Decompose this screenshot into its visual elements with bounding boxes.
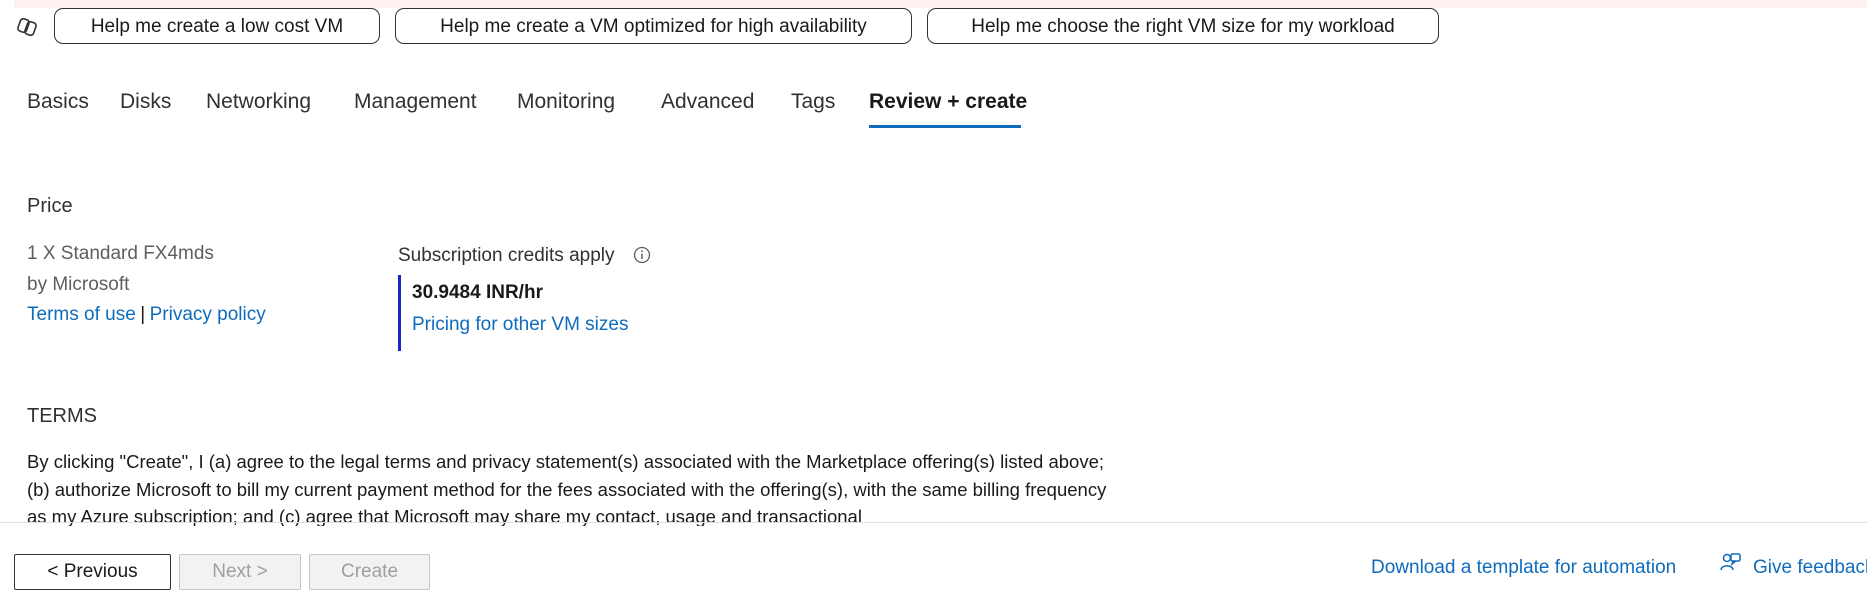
footer-divider bbox=[0, 522, 1867, 523]
next-button[interactable]: Next > bbox=[179, 554, 301, 590]
tab-basics[interactable]: Basics bbox=[27, 90, 89, 114]
terms-section-title: TERMS bbox=[27, 405, 97, 427]
feedback-icon bbox=[1720, 553, 1741, 571]
publisher-name: by Microsoft bbox=[27, 274, 130, 295]
tab-tags[interactable]: Tags bbox=[791, 90, 835, 114]
give-feedback-link[interactable]: Give feedback bbox=[1753, 557, 1867, 579]
link-separator: | bbox=[140, 304, 146, 325]
privacy-policy-link[interactable]: Privacy policy bbox=[150, 304, 266, 325]
pricing-other-sizes-link[interactable]: Pricing for other VM sizes bbox=[412, 314, 628, 336]
terms-body: By clicking "Create", I (a) agree to the… bbox=[27, 451, 1107, 526]
active-tab-indicator bbox=[869, 125, 1021, 128]
legal-links: Terms of use | Privacy policy bbox=[27, 304, 266, 326]
previous-button[interactable]: < Previous bbox=[14, 554, 171, 590]
price-accent-bar bbox=[398, 275, 401, 351]
copilot-icon bbox=[17, 17, 37, 37]
suggestion-low-cost-vm[interactable]: Help me create a low cost VM bbox=[54, 8, 380, 44]
info-icon[interactable] bbox=[633, 246, 651, 264]
terms-of-use-link[interactable]: Terms of use bbox=[27, 304, 136, 325]
product-name: 1 X Standard FX4mds bbox=[27, 243, 214, 264]
price-rate: 30.9484 INR/hr bbox=[412, 282, 543, 303]
suggestion-vm-size[interactable]: Help me choose the right VM size for my … bbox=[927, 8, 1439, 44]
tab-networking[interactable]: Networking bbox=[206, 90, 311, 114]
credits-label: Subscription credits apply bbox=[398, 245, 615, 266]
tab-monitoring[interactable]: Monitoring bbox=[517, 90, 615, 114]
notification-strip bbox=[14, 0, 1867, 8]
tab-review-create[interactable]: Review + create bbox=[869, 90, 1027, 114]
price-section-title: Price bbox=[27, 195, 73, 217]
download-template-link[interactable]: Download a template for automation bbox=[1371, 557, 1676, 579]
tab-management[interactable]: Management bbox=[354, 90, 477, 114]
create-button[interactable]: Create bbox=[309, 554, 430, 590]
suggestion-high-availability-vm[interactable]: Help me create a VM optimized for high a… bbox=[395, 8, 912, 44]
tab-disks[interactable]: Disks bbox=[120, 90, 171, 114]
tab-advanced[interactable]: Advanced bbox=[661, 90, 754, 114]
